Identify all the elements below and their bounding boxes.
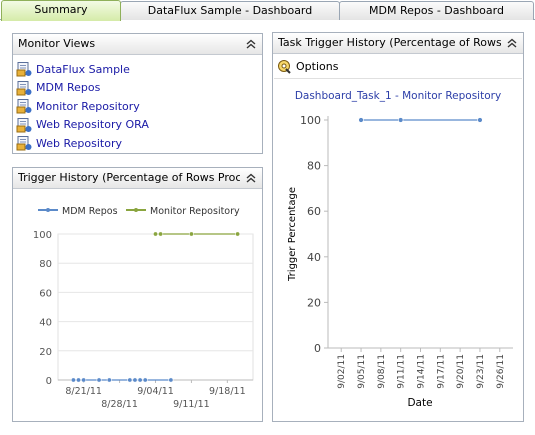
tab-dataflux-sample-dashboard[interactable]: DataFlux Sample - Dashboard [120, 1, 340, 20]
panel-title: Trigger History (Percentage of Rows Proc… [18, 171, 240, 184]
y-tick-label: 60 [307, 205, 321, 218]
monitor-view-dataflux-sample[interactable]: DataFlux Sample [16, 60, 259, 79]
data-point [235, 231, 241, 237]
y-tick-label: 80 [307, 160, 321, 173]
monitor-view-web-repository[interactable]: Web Repository [16, 134, 259, 153]
data-point [168, 377, 174, 383]
y-axis-title: Trigger Percentage [287, 187, 298, 282]
x-tick-label: 9/23/11 [476, 354, 486, 389]
x-tick-label: 9/05/11 [357, 354, 367, 389]
data-point [153, 231, 159, 237]
tab-mdm-repos-dashboard[interactable]: MDM Repos - Dashboard [339, 1, 534, 20]
x-tick-label: 9/17/11 [436, 354, 446, 389]
trigger-history-header: Trigger History (Percentage of Rows Proc… [13, 168, 262, 189]
plot-area [57, 233, 254, 381]
monitor-view-label: Web Repository [36, 136, 122, 150]
collapse-icon[interactable] [244, 171, 258, 185]
tab-bar: MDM Repos - Dashboard DataFlux Sample - … [0, 0, 535, 21]
x-tick-label: 8/21/11 [65, 386, 102, 397]
trigger-history-panel: Trigger History (Percentage of Rows Proc… [12, 167, 263, 422]
monitor-view-web-repository-ora[interactable]: Web Repository ORA [16, 116, 259, 135]
x-tick-label: 9/11/11 [397, 354, 407, 389]
monitor-view-monitor-repository[interactable]: Monitor Repository [16, 97, 259, 116]
monitor-views-panel: Monitor Views DataFlux Sample MDM Repos [12, 33, 263, 154]
data-point [106, 377, 112, 383]
legend-label-monitor-repository: Monitor Repository [150, 206, 240, 217]
task-trigger-history-header: Task Trigger History (Percentage of Rows… [273, 33, 523, 54]
x-axis-title: Date [407, 397, 432, 409]
y-tick-label: 40 [307, 251, 321, 264]
data-point [76, 377, 82, 383]
monitor-view-label: DataFlux Sample [36, 62, 130, 76]
panel-title: Monitor Views [18, 37, 96, 50]
data-point [477, 117, 483, 123]
y-tick-label: 100 [300, 114, 321, 127]
panel-title: Task Trigger History (Percentage of Rows… [278, 36, 501, 49]
collapse-icon[interactable] [244, 37, 258, 51]
y-tick-label: 40 [39, 318, 52, 329]
data-point [158, 231, 164, 237]
x-tick-label: 8/28/11 [101, 399, 138, 410]
legend-marker-monitor-repository [134, 208, 138, 212]
x-tick-label: 9/04/11 [137, 386, 174, 397]
y-tick-label: 0 [314, 342, 321, 355]
x-tick-label: 9/18/11 [209, 386, 246, 397]
repository-icon [16, 62, 32, 77]
x-tick-label: 9/08/11 [377, 354, 387, 389]
monitor-views-header: Monitor Views [13, 34, 262, 55]
data-point [137, 377, 143, 383]
data-point [188, 231, 194, 237]
legend-label-mdm-repos: MDM Repos [62, 206, 118, 217]
task-trigger-history-panel: Task Trigger History (Percentage of Rows… [272, 32, 524, 422]
y-tick-label: 0 [46, 376, 52, 387]
x-tick-label: 9/11/11 [173, 399, 210, 410]
chart-legend: MDM Repos Monitor Repository [38, 206, 240, 217]
tab-summary[interactable]: Summary [1, 0, 121, 21]
repository-icon [16, 80, 32, 96]
y-tick-label: 20 [39, 347, 52, 358]
data-point [81, 377, 87, 383]
options-label: Options [296, 60, 339, 73]
x-tick-label: 9/20/11 [456, 354, 466, 389]
trigger-history-chart: MDM Repos Monitor Repository 0 20 40 60 80 10… [33, 206, 254, 410]
repository-icon [16, 136, 32, 151]
data-point [70, 377, 76, 383]
task-trigger-history-chart: Dashboard_Task_1 - Monitor Repository Tr… [287, 90, 513, 409]
options-gear-icon [278, 60, 291, 74]
legend-marker-mdm-repos [46, 208, 50, 212]
data-point [358, 117, 364, 123]
monitor-view-label: MDM Repos [36, 81, 101, 95]
monitor-view-label: Web Repository ORA [36, 118, 149, 132]
x-tick-label: 9/14/11 [417, 354, 427, 389]
y-tick-label: 20 [307, 296, 321, 309]
y-tick-label: 60 [39, 288, 52, 299]
data-point [96, 377, 102, 383]
collapse-icon[interactable] [505, 36, 519, 50]
data-point [397, 117, 404, 123]
x-tick-label: 9/02/11 [337, 354, 347, 389]
data-point [132, 377, 138, 383]
options-button[interactable]: Options [277, 58, 338, 75]
monitor-view-label: Monitor Repository [36, 99, 140, 113]
repository-icon [16, 117, 32, 133]
repository-icon [16, 99, 32, 114]
monitor-view-mdm-repos[interactable]: MDM Repos [16, 79, 259, 98]
chart-title: Dashboard_Task_1 - Monitor Repository [295, 90, 501, 102]
y-tick-label: 80 [39, 259, 52, 270]
data-point [142, 377, 148, 383]
x-tick-label: 9/26/11 [496, 354, 506, 389]
y-tick-label: 100 [33, 230, 52, 241]
data-point [127, 377, 133, 383]
monitor-views-list: DataFlux Sample MDM Repos Monitor Reposi… [16, 60, 259, 153]
